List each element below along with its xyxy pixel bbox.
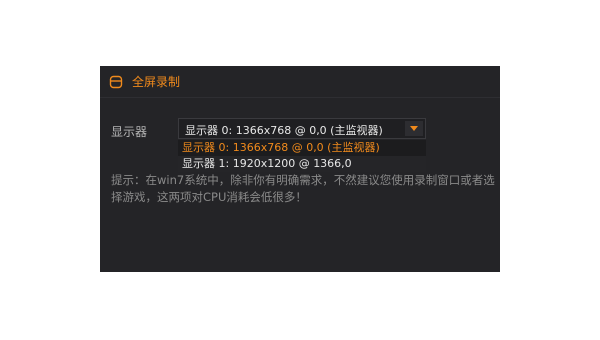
section-title: 全屏录制 (132, 74, 181, 89)
display-option-0[interactable]: 显示器 0: 1366x768 @ 0,0 (主监视器) (178, 140, 426, 156)
display-label: 显示器 (111, 125, 148, 139)
dropdown-toggle-button[interactable] (405, 121, 423, 136)
header-divider (100, 97, 500, 98)
section-header: 全屏录制 (109, 73, 180, 89)
chevron-down-icon (410, 126, 418, 131)
hint-text: 提示：在win7系统中，除非你有明确需求，不然建议您使用录制窗口或者选择游戏，这… (111, 173, 495, 204)
window-icon (109, 74, 123, 89)
display-dropdown-list: 显示器 0: 1366x768 @ 0,0 (主监视器) 显示器 1: 1920… (178, 140, 426, 172)
display-select[interactable]: 显示器 0: 1366x768 @ 0,0 (主监视器) (178, 118, 426, 139)
display-select-value: 显示器 0: 1366x768 @ 0,0 (主监视器) (185, 124, 383, 137)
fullscreen-record-panel: 全屏录制 显示器 显示器 0: 1366x768 @ 0,0 (主监视器) 显示… (100, 66, 500, 272)
display-option-1[interactable]: 显示器 1: 1920x1200 @ 1366,0 (178, 156, 426, 172)
